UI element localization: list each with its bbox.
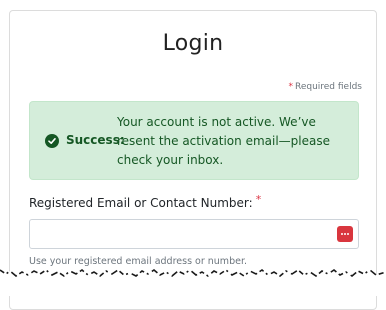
email-or-phone-field[interactable] (29, 219, 359, 249)
alert-label: Success: (66, 133, 125, 147)
page-title: Login (162, 31, 224, 56)
success-alert: Success: Your account is not active. We’… (29, 101, 359, 180)
email-or-phone-input[interactable] (30, 220, 320, 248)
password-manager-icon[interactable] (337, 226, 353, 242)
required-marker: * (288, 82, 293, 92)
required-fields-text: Required fields (294, 82, 362, 92)
field-label-text: Registered Email or Contact Number: (29, 196, 253, 210)
check-circle-icon (45, 134, 59, 148)
torn-edge-decoration (0, 269, 386, 296)
email-or-phone-label: Registered Email or Contact Number: * (29, 193, 262, 210)
alert-message: Your account is not active. We’ve resent… (117, 115, 330, 167)
field-required-marker: * (255, 193, 262, 206)
required-fields-note: * Required fields (288, 82, 362, 92)
